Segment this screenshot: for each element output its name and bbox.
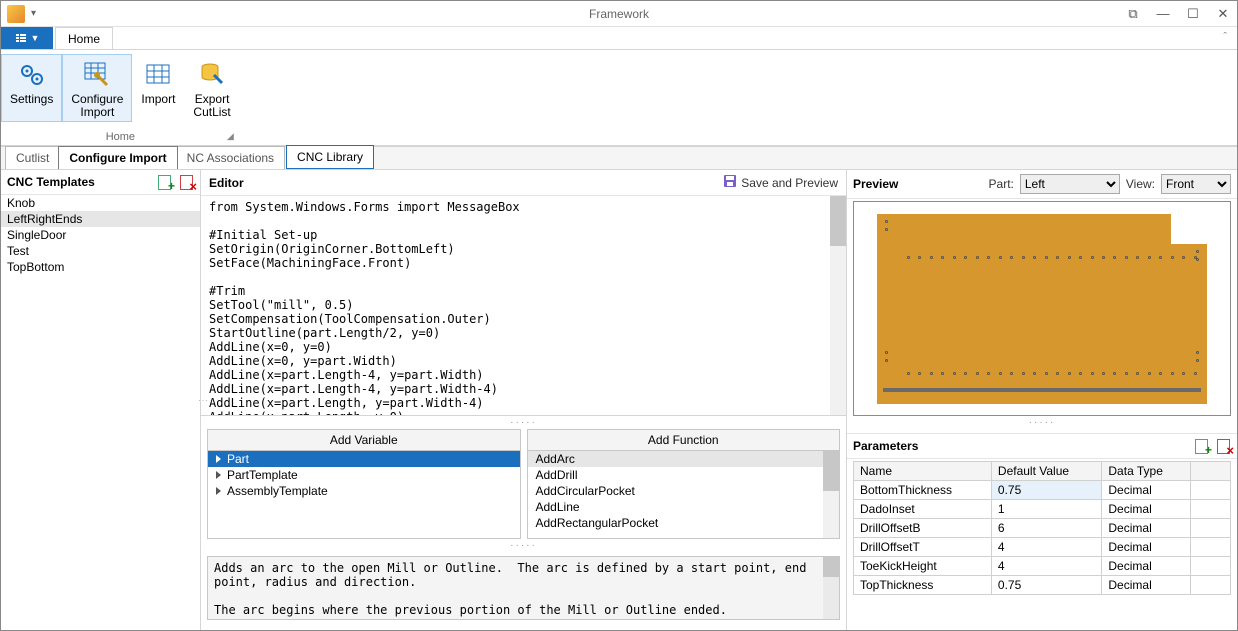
restore-down-aux-icon[interactable]: ⧉ <box>1125 6 1141 22</box>
variable-item[interactable]: PartTemplate <box>208 467 520 483</box>
view-label: View: <box>1126 177 1155 191</box>
template-item[interactable]: LeftRightEnds <box>1 211 200 227</box>
templates-panel: CNC Templates KnobLeftRightEndsSingleDoo… <box>1 170 201 630</box>
ribbon-group-home: Settings Configure Import Import Export … <box>1 50 240 145</box>
ribbon-body: Settings Configure Import Import Export … <box>1 50 1237 146</box>
template-item[interactable]: Knob <box>1 195 200 211</box>
delete-template-icon[interactable] <box>178 174 194 190</box>
function-scrollbar[interactable] <box>823 451 839 538</box>
ribbon-group-label: Home <box>1 129 240 145</box>
preview-header: Preview <box>853 177 898 191</box>
tab-cnc-library[interactable]: CNC Library <box>286 145 374 169</box>
delete-parameter-icon[interactable] <box>1215 438 1231 454</box>
qat-dropdown-icon[interactable]: ▾ <box>31 8 36 19</box>
preview-panel: Preview Part: Left View: Front ····· Par… <box>847 170 1237 630</box>
part-label: Part: <box>989 177 1014 191</box>
function-item[interactable]: AddDrill <box>528 467 840 483</box>
parameter-row[interactable]: DrillOffsetT4Decimal <box>854 538 1231 557</box>
save-preview-button[interactable]: Save and Preview <box>723 174 838 191</box>
tab-nc-associations[interactable]: NC Associations <box>176 146 285 169</box>
add-variable-panel: Add Variable PartPartTemplateAssemblyTem… <box>207 429 521 539</box>
preview-part <box>877 214 1207 404</box>
param-col-spare <box>1191 462 1231 481</box>
title-bar: ▾ Framework ⧉ — ☐ ✕ <box>1 1 1237 27</box>
add-variable-list[interactable]: PartPartTemplateAssemblyTemplate <box>208 451 520 538</box>
close-button[interactable]: ✕ <box>1215 6 1231 22</box>
app-icon <box>7 5 25 23</box>
tab-cutlist[interactable]: Cutlist <box>5 146 60 169</box>
grid-wrench-icon <box>81 59 113 91</box>
variable-item[interactable]: AssemblyTemplate <box>208 483 520 499</box>
parameters-header: Parameters <box>853 439 1193 453</box>
add-template-icon[interactable] <box>156 174 172 190</box>
description-box: Adds an arc to the open Mill or Outline.… <box>207 556 840 620</box>
configure-import-button[interactable]: Configure Import <box>62 54 132 122</box>
add-parameter-icon[interactable] <box>1193 438 1209 454</box>
template-item[interactable]: TopBottom <box>1 259 200 275</box>
variable-item[interactable]: Part <box>208 451 520 467</box>
template-item[interactable]: Test <box>1 243 200 259</box>
collapse-ribbon-icon[interactable]: ˆ <box>1223 31 1227 43</box>
file-tab-dropdown-icon: ▼ <box>31 33 40 43</box>
param-col-name[interactable]: Name <box>854 462 992 481</box>
minimize-button[interactable]: — <box>1155 6 1171 21</box>
ribbon-tabs: ▼ Home ˆ <box>1 27 1237 50</box>
window-title: Framework <box>589 7 649 21</box>
parameter-row[interactable]: BottomThickness0.75Decimal <box>854 481 1231 500</box>
tab-configure-import[interactable]: Configure Import <box>58 146 177 169</box>
parameter-row[interactable]: ToeKickHeight4Decimal <box>854 557 1231 576</box>
gear-icon <box>16 59 48 91</box>
add-function-list[interactable]: AddArcAddDrillAddCircularPocketAddLineAd… <box>528 451 840 538</box>
parameter-row[interactable]: TopThickness0.75Decimal <box>854 576 1231 595</box>
splitter-horizontal-2[interactable]: ····· <box>201 539 846 552</box>
content-area: CNC Templates KnobLeftRightEndsSingleDoo… <box>1 170 1237 630</box>
document-tabstrip: Cutlist Configure Import NC Associations… <box>1 146 1237 170</box>
templates-header: CNC Templates <box>7 175 95 189</box>
code-scrollbar[interactable] <box>830 196 846 415</box>
settings-button[interactable]: Settings <box>1 54 62 122</box>
param-col-type[interactable]: Data Type <box>1102 462 1191 481</box>
database-pencil-icon <box>196 59 228 91</box>
function-item[interactable]: AddCircularPocket <box>528 483 840 499</box>
dialog-launcher-icon[interactable]: ◢ <box>227 131 234 142</box>
ribbon-tab-home[interactable]: Home <box>55 27 113 49</box>
parameter-row[interactable]: DadoInset1Decimal <box>854 500 1231 519</box>
add-function-panel: Add Function AddArcAddDrillAddCircularPo… <box>527 429 841 539</box>
parameter-row[interactable]: DrillOffsetB6Decimal <box>854 519 1231 538</box>
part-select[interactable]: Left <box>1020 174 1120 194</box>
parameters-table[interactable]: Name Default Value Data Type BottomThick… <box>853 461 1231 595</box>
param-col-value[interactable]: Default Value <box>991 462 1101 481</box>
editor-header: Editor <box>209 176 723 190</box>
splitter-horizontal-1[interactable]: ····· <box>201 416 846 429</box>
maximize-button[interactable]: ☐ <box>1185 6 1201 22</box>
export-cutlist-button[interactable]: Export CutList <box>184 54 239 122</box>
view-select[interactable]: Front <box>1161 174 1231 194</box>
function-item[interactable]: AddLine <box>528 499 840 515</box>
grid-icon <box>142 59 174 91</box>
save-icon <box>723 174 737 191</box>
template-item[interactable]: SingleDoor <box>1 227 200 243</box>
function-item[interactable]: AddRectangularPocket <box>528 515 840 531</box>
description-scrollbar[interactable] <box>823 557 839 619</box>
templates-list[interactable]: KnobLeftRightEndsSingleDoorTestTopBottom <box>1 195 200 630</box>
import-button[interactable]: Import <box>132 54 184 122</box>
preview-canvas <box>853 201 1231 416</box>
file-tab[interactable]: ▼ <box>1 27 53 49</box>
editor-panel: ⋮ Editor Save and Preview from System.Wi… <box>201 170 847 630</box>
splitter-preview[interactable]: ····· <box>847 416 1237 429</box>
code-editor[interactable]: from System.Windows.Forms import Message… <box>201 196 846 416</box>
add-function-header[interactable]: Add Function <box>528 430 840 451</box>
function-item[interactable]: AddArc <box>528 451 840 467</box>
add-variable-header[interactable]: Add Variable <box>208 430 520 451</box>
